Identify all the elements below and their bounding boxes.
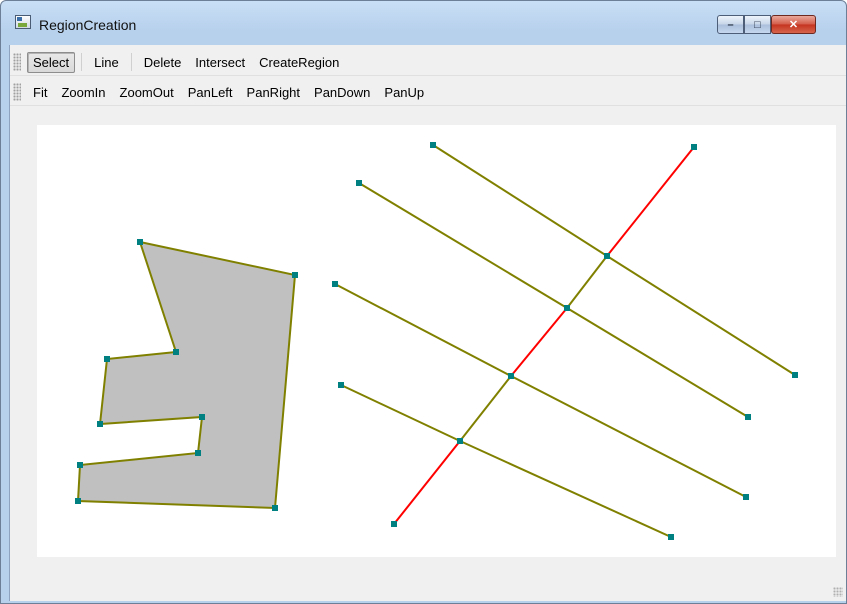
drawing-canvas[interactable] — [37, 125, 836, 557]
vertex-handle[interactable] — [564, 305, 570, 311]
vertex-handle[interactable] — [77, 462, 83, 468]
line-segment[interactable] — [566, 255, 608, 309]
vertex-handle[interactable] — [743, 494, 749, 500]
selected-line-segment[interactable] — [393, 440, 461, 525]
maximize-icon: □ — [754, 18, 761, 31]
vertex-handle[interactable] — [173, 349, 179, 355]
pan-right-button[interactable]: PanRight — [241, 82, 306, 103]
pan-left-button[interactable]: PanLeft — [182, 82, 239, 103]
line-segment[interactable] — [358, 182, 568, 309]
vertex-handle[interactable] — [199, 414, 205, 420]
title-bar[interactable]: RegionCreation – □ ✕ — [1, 1, 846, 45]
region-polygon[interactable] — [76, 240, 297, 510]
line-tool-button[interactable]: Line — [88, 52, 125, 73]
toolbar-grip-icon[interactable] — [13, 83, 21, 101]
line-segment[interactable] — [340, 384, 461, 442]
vertex-handle[interactable] — [430, 142, 436, 148]
delete-button[interactable]: Delete — [138, 52, 188, 73]
resize-grip-icon[interactable] — [833, 587, 843, 597]
vertex-handle[interactable] — [292, 272, 298, 278]
line-segment[interactable] — [432, 144, 608, 257]
line-segment[interactable] — [566, 307, 749, 418]
create-region-button[interactable]: CreateRegion — [253, 52, 345, 73]
vertex-handle[interactable] — [272, 505, 278, 511]
toolbar-grip-icon[interactable] — [13, 53, 21, 71]
vertex-handle[interactable] — [508, 373, 514, 379]
vertex-handle[interactable] — [792, 372, 798, 378]
pan-down-button[interactable]: PanDown — [308, 82, 376, 103]
view-toolbar: Fit ZoomIn ZoomOut PanLeft PanRight PanD… — [10, 79, 846, 106]
vertex-handle[interactable] — [691, 144, 697, 150]
vertex-handle[interactable] — [97, 421, 103, 427]
pan-up-button[interactable]: PanUp — [378, 82, 430, 103]
selected-line-segment[interactable] — [606, 146, 695, 257]
zoom-in-button[interactable]: ZoomIn — [55, 82, 111, 103]
vertex-handle[interactable] — [745, 414, 751, 420]
line-segment[interactable] — [459, 440, 672, 538]
scene-svg[interactable] — [37, 125, 836, 557]
vertex-handle[interactable] — [668, 534, 674, 540]
zoom-out-button[interactable]: ZoomOut — [114, 82, 180, 103]
maximize-button[interactable]: □ — [744, 15, 771, 34]
vertex-handle[interactable] — [137, 239, 143, 245]
vertex-handle[interactable] — [391, 521, 397, 527]
app-window-icon — [15, 15, 31, 29]
vertex-handle[interactable] — [104, 356, 110, 362]
line-segment[interactable] — [334, 283, 512, 377]
select-tool-button[interactable]: Select — [27, 51, 76, 73]
close-icon: ✕ — [788, 19, 799, 31]
vertex-handle[interactable] — [604, 253, 610, 259]
vertex-handle[interactable] — [356, 180, 362, 186]
app-window: RegionCreation – □ ✕ Select Line Delete … — [0, 0, 847, 604]
toolbar-separator — [81, 53, 83, 71]
toolbar-separator — [130, 53, 132, 71]
fit-button[interactable]: Fit — [27, 82, 53, 103]
close-button[interactable]: ✕ — [771, 15, 816, 34]
vertex-handle[interactable] — [75, 498, 81, 504]
line-segment[interactable] — [606, 255, 796, 376]
minimize-button[interactable]: – — [717, 15, 744, 34]
vertex-handle[interactable] — [332, 281, 338, 287]
vertex-handle[interactable] — [338, 382, 344, 388]
client-area: Select Line Delete Intersect CreateRegio… — [9, 45, 846, 601]
window-title: RegionCreation — [39, 17, 137, 33]
tools-toolbar: Select Line Delete Intersect CreateRegio… — [10, 49, 846, 76]
intersect-button[interactable]: Intersect — [189, 52, 251, 73]
vertex-handle[interactable] — [457, 438, 463, 444]
vertex-handle[interactable] — [195, 450, 201, 456]
selected-line-segment[interactable] — [510, 307, 568, 377]
minimize-icon: – — [727, 18, 734, 31]
line-segment[interactable] — [459, 375, 512, 442]
